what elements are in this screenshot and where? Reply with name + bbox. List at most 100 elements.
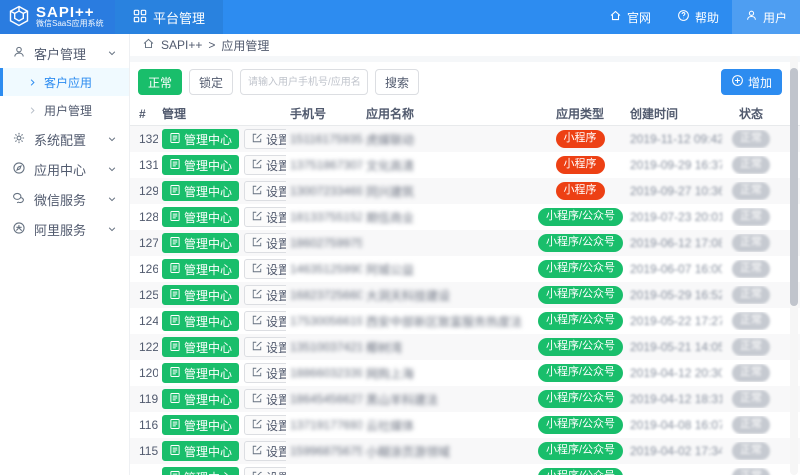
cube-logo-icon xyxy=(7,4,31,31)
settings-button[interactable]: 设置 xyxy=(244,207,286,227)
settings-button[interactable]: 设置 xyxy=(244,181,286,201)
settings-button[interactable]: 设置 xyxy=(244,155,286,175)
breadcrumb-root[interactable]: SAPI++ xyxy=(161,38,202,52)
settings-button[interactable]: 设置 xyxy=(244,233,286,253)
settings-button[interactable]: 设置 xyxy=(244,337,286,357)
table-row: 124管理中心设置17530056619西安中部新区致富服务热度法小程序/公众号… xyxy=(130,308,800,334)
list-icon xyxy=(169,444,181,459)
user-label: 用户 xyxy=(763,9,787,26)
manage-center-button[interactable]: 管理中心 xyxy=(162,311,239,331)
sidebar-item-customer-apps[interactable]: 客户应用 xyxy=(0,68,129,96)
row-app-name: 黑山羊科建法 xyxy=(362,391,534,408)
vertical-scrollbar[interactable] xyxy=(790,56,798,475)
tab-platform-management[interactable]: 平台管理 xyxy=(115,0,223,34)
table-row: 126管理中心设置14635125990阿城公益小程序/公众号2019-06-0… xyxy=(130,256,800,282)
manage-center-button[interactable]: 管理中心 xyxy=(162,467,239,475)
status-badge: 正常 xyxy=(732,156,770,173)
add-button[interactable]: 增加 xyxy=(721,69,782,95)
chevron-down-icon xyxy=(107,48,117,58)
table-row: 120管理中心设置18866032339网购上海小程序/公众号2019-04-1… xyxy=(130,360,800,386)
settings-button[interactable]: 设置 xyxy=(244,467,286,475)
edit-icon xyxy=(251,236,263,251)
app-subtitle: 微信SaaS应用系统 xyxy=(36,20,104,29)
manage-center-button[interactable]: 管理中心 xyxy=(162,181,239,201)
manage-center-button[interactable]: 管理中心 xyxy=(162,259,239,279)
table-header-row: # 管理 手机号 应用名称 应用类型 创建时间 状态 xyxy=(130,102,800,126)
manage-center-button[interactable]: 管理中心 xyxy=(162,337,239,357)
manage-center-button[interactable]: 管理中心 xyxy=(162,441,239,461)
row-status: 正常 xyxy=(722,260,780,277)
list-icon xyxy=(169,236,181,251)
row-id: 115 xyxy=(130,444,158,458)
sidebar-item-label: 应用中心 xyxy=(34,160,86,179)
manage-center-button[interactable]: 管理中心 xyxy=(162,389,239,409)
row-actions: 管理中心设置 xyxy=(158,129,286,149)
manage-center-button[interactable]: 管理中心 xyxy=(162,415,239,435)
manage-center-button[interactable]: 管理中心 xyxy=(162,363,239,383)
sidebar-item-customer-management[interactable]: 客户管理 xyxy=(0,38,129,68)
sidebar-item-ali-services[interactable]: 阿里服务 xyxy=(0,214,129,244)
manage-center-button[interactable]: 管理中心 xyxy=(162,285,239,305)
help-link[interactable]: 帮助 xyxy=(664,0,732,34)
manage-center-button[interactable]: 管理中心 xyxy=(162,207,239,227)
user-menu[interactable]: 用户 xyxy=(732,0,800,34)
sidebar-item-wechat-services[interactable]: 微信服务 xyxy=(0,184,129,214)
row-phone: 13751867307 xyxy=(286,158,362,172)
sidebar-item-user-management[interactable]: 用户管理 xyxy=(0,96,129,124)
row-created: 2019-05-29 16:52 xyxy=(626,288,722,302)
search-input[interactable] xyxy=(240,69,368,95)
official-site-link[interactable]: 官网 xyxy=(596,0,664,34)
row-created: 2019-07-23 20:01 xyxy=(626,210,722,224)
edit-icon xyxy=(251,184,263,199)
list-icon xyxy=(169,470,181,475)
settings-button[interactable]: 设置 xyxy=(244,441,286,461)
row-actions: 管理中心设置 xyxy=(158,467,286,475)
row-status: 正常 xyxy=(722,286,780,303)
chevron-right-icon xyxy=(28,78,37,87)
sidebar-item-app-center[interactable]: 应用中心 xyxy=(0,154,129,184)
top-links: 官网 帮助 用户 xyxy=(596,0,800,34)
row-actions: 管理中心设置 xyxy=(158,441,286,461)
table-row: 127管理中心设置18602759975小程序/公众号2019-06-12 17… xyxy=(130,230,800,256)
column-header-app-type: 应用类型 xyxy=(534,105,626,122)
row-app-name: 虎媒联动 xyxy=(362,131,534,148)
chevron-down-icon xyxy=(107,224,117,234)
row-id: 125 xyxy=(130,288,158,302)
row-phone: 13719177693 xyxy=(286,418,362,432)
manage-center-button[interactable]: 管理中心 xyxy=(162,155,239,175)
sidebar-item-label: 用户管理 xyxy=(44,102,92,119)
edit-icon xyxy=(251,132,263,147)
user-icon xyxy=(12,45,26,62)
app-type-badge: 小程序/公众号 xyxy=(538,234,623,251)
manage-center-button[interactable]: 管理中心 xyxy=(162,233,239,253)
settings-button[interactable]: 设置 xyxy=(244,389,286,409)
settings-button[interactable]: 设置 xyxy=(244,129,286,149)
list-icon xyxy=(169,262,181,277)
row-app-name: 椰树湾 xyxy=(362,339,534,356)
app-type-badge: 小程序 xyxy=(556,130,605,147)
row-status: 正常 xyxy=(722,390,780,407)
settings-button[interactable]: 设置 xyxy=(244,311,286,331)
row-actions: 管理中心设置 xyxy=(158,363,286,383)
user-icon xyxy=(745,9,758,25)
row-phone: 15116175935 xyxy=(286,132,362,146)
status-badge: 正常 xyxy=(732,234,770,251)
table-row: 132管理中心设置15116175935虎媒联动小程序2019-11-12 09… xyxy=(130,126,800,152)
edit-icon xyxy=(251,340,263,355)
filter-locked-button[interactable]: 锁定 xyxy=(189,69,233,95)
search-button[interactable]: 搜索 xyxy=(375,69,419,95)
row-app-type: 小程序/公众号 xyxy=(534,234,626,251)
sidebar-item-system-config[interactable]: 系统配置 xyxy=(0,124,129,154)
settings-button[interactable]: 设置 xyxy=(244,415,286,435)
row-app-type: 小程序/公众号 xyxy=(534,442,626,459)
scrollbar-thumb[interactable] xyxy=(790,68,798,306)
filter-normal-button[interactable]: 正常 xyxy=(138,69,182,95)
row-created: 2019-09-27 10:36 xyxy=(626,184,722,198)
settings-button[interactable]: 设置 xyxy=(244,285,286,305)
row-app-type: 小程序/公众号 xyxy=(534,390,626,407)
settings-button[interactable]: 设置 xyxy=(244,363,286,383)
official-site-label: 官网 xyxy=(627,9,651,26)
app-type-badge: 小程序 xyxy=(556,182,605,199)
settings-button[interactable]: 设置 xyxy=(244,259,286,279)
manage-center-button[interactable]: 管理中心 xyxy=(162,129,239,149)
